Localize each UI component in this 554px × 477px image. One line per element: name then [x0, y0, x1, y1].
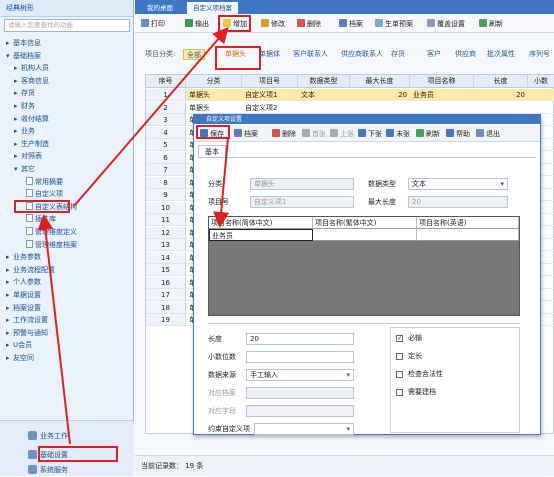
arrow-to-custom-item — [37, 214, 71, 445]
arrow-to-name-table — [213, 137, 230, 228]
arrow-to-add — [73, 26, 229, 207]
annotation-arrows — [37, 26, 230, 445]
